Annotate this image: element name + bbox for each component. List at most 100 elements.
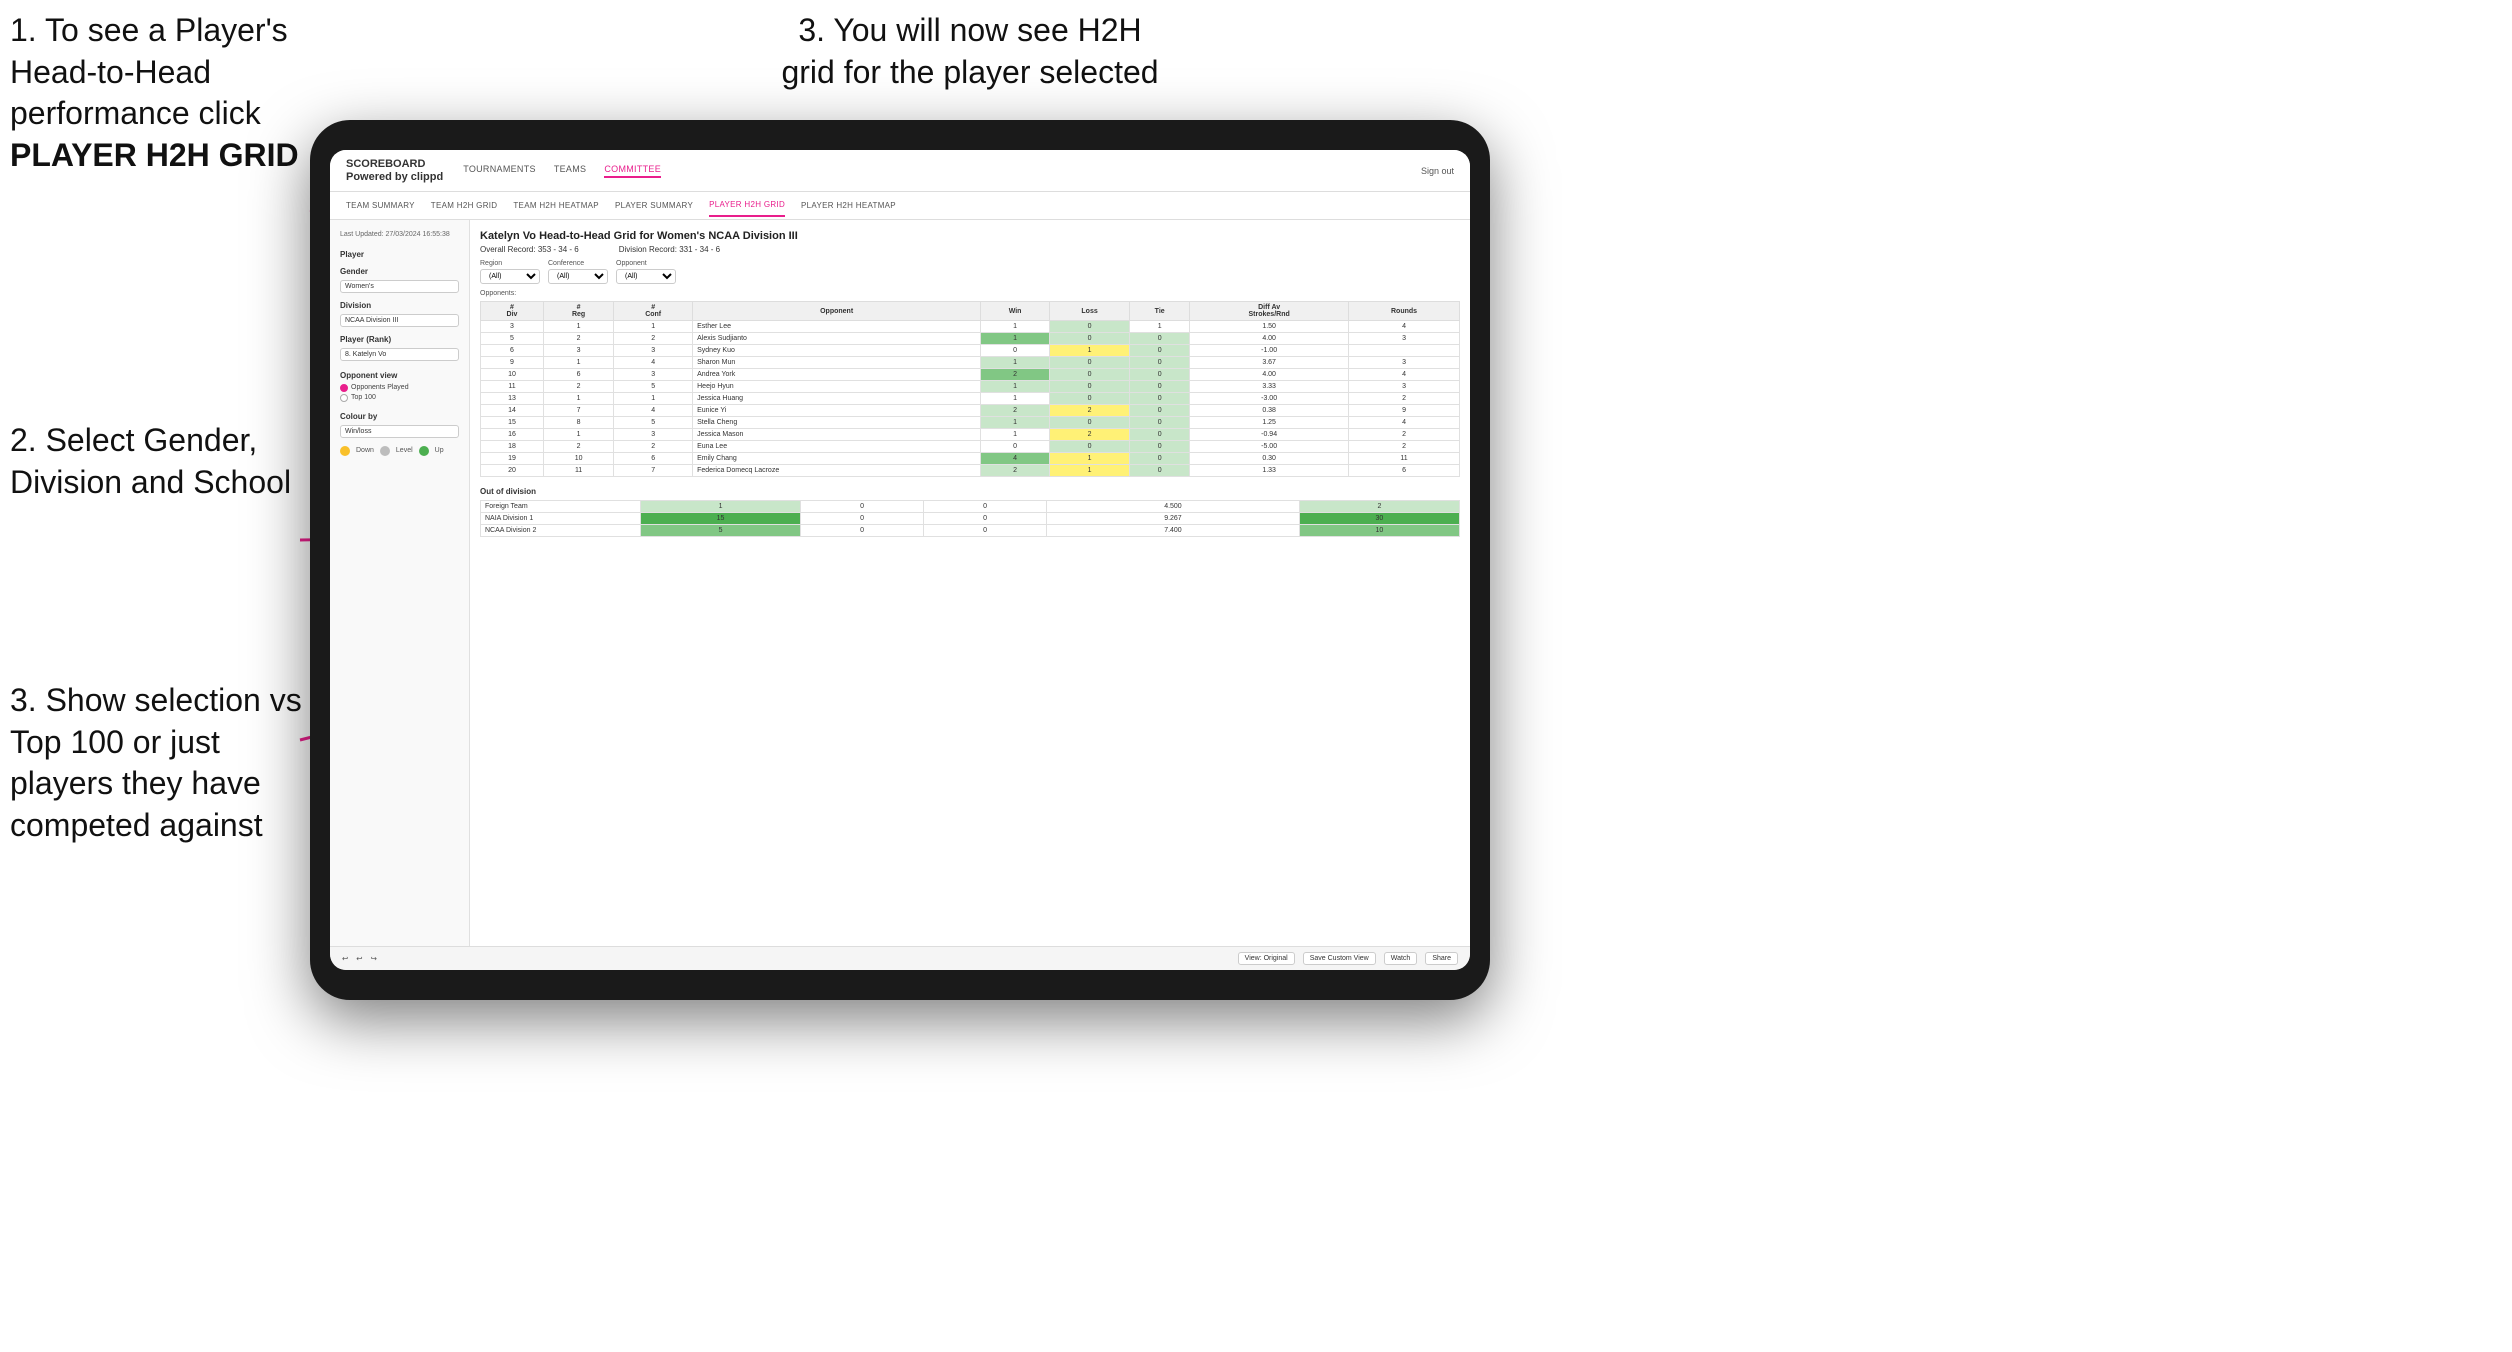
save-custom-btn[interactable]: Save Custom View (1303, 952, 1376, 965)
cell-win: 1 (981, 381, 1050, 393)
ood-tie: 0 (924, 525, 1047, 537)
logo: SCOREBOARD Powered by clippd (346, 158, 443, 182)
cell-reg: 6 (543, 369, 613, 381)
tablet-device: SCOREBOARD Powered by clippd TOURNAMENTS… (310, 120, 1490, 1000)
sub-nav-player-h2h-heatmap[interactable]: PLAYER H2H HEATMAP (801, 195, 896, 216)
cell-win: 1 (981, 333, 1050, 345)
ood-diff: 4.500 (1047, 501, 1300, 513)
gender-select[interactable]: Women's (340, 280, 459, 293)
undo-icon[interactable]: ↩ (342, 954, 348, 963)
region-select[interactable]: (All) (480, 269, 540, 284)
opponent-played-option[interactable]: Opponents Played (340, 384, 459, 392)
player-rank-select[interactable]: 8. Katelyn Vo (340, 348, 459, 361)
division-select[interactable]: NCAA Division III (340, 314, 459, 327)
sub-nav-team-h2h-heatmap[interactable]: TEAM H2H HEATMAP (513, 195, 599, 216)
cell-loss: 0 (1050, 357, 1130, 369)
ood-diff: 7.400 (1047, 525, 1300, 537)
cell-tie: 1 (1130, 321, 1190, 333)
ood-loss: 0 (801, 525, 924, 537)
table-row: 5 2 2 Alexis Sudjianto 1 0 0 4.00 3 (481, 333, 1460, 345)
colour-by-label: Colour by (340, 412, 459, 421)
cell-div: 10 (481, 369, 544, 381)
cell-reg: 10 (543, 453, 613, 465)
division-label: Division (340, 301, 459, 310)
table-row: 11 2 5 Heejo Hyun 1 0 0 3.33 3 (481, 381, 1460, 393)
cell-win: 1 (981, 357, 1050, 369)
cell-tie: 0 (1130, 369, 1190, 381)
nav-committee[interactable]: COMMITTEE (604, 164, 661, 178)
cell-reg: 1 (543, 429, 613, 441)
cell-diff: 1.25 (1190, 417, 1349, 429)
step3-bottom-text: 3. Show selection vs Top 100 or just pla… (10, 680, 305, 846)
last-updated: Last Updated: 27/03/2024 16:55:38 (340, 230, 459, 240)
cell-loss: 0 (1050, 417, 1130, 429)
nav-sign-out[interactable]: Sign out (1421, 166, 1454, 176)
colour-by-select[interactable]: Win/loss (340, 425, 459, 438)
h2h-table: #Div #Reg #Conf Opponent Win Loss Tie Di… (480, 301, 1460, 477)
cell-rounds: 3 (1349, 357, 1460, 369)
cell-reg: 3 (543, 345, 613, 357)
sub-nav-player-h2h-grid[interactable]: PLAYER H2H GRID (709, 194, 785, 217)
cell-diff: -3.00 (1190, 393, 1349, 405)
table-row: 10 6 3 Andrea York 2 0 0 4.00 4 (481, 369, 1460, 381)
cell-loss: 0 (1050, 441, 1130, 453)
undo2-icon[interactable]: ↩ (356, 954, 362, 963)
nav-items: TOURNAMENTS TEAMS COMMITTEE (463, 164, 1401, 178)
cell-rounds: 3 (1349, 381, 1460, 393)
cell-win: 4 (981, 453, 1050, 465)
cell-div: 11 (481, 381, 544, 393)
cell-div: 15 (481, 417, 544, 429)
table-header: #Div #Reg #Conf Opponent Win Loss Tie Di… (481, 302, 1460, 321)
out-of-division-label: Out of division (480, 487, 1460, 496)
cell-diff: 3.67 (1190, 357, 1349, 369)
cell-reg: 7 (543, 405, 613, 417)
cell-loss: 0 (1050, 381, 1130, 393)
table-row: 15 8 5 Stella Cheng 1 0 0 1.25 4 (481, 417, 1460, 429)
cell-diff: 4.00 (1190, 369, 1349, 381)
opponent-view-group: Opponents Played Top 100 (340, 384, 459, 402)
cell-diff: -5.00 (1190, 441, 1349, 453)
nav-teams[interactable]: TEAMS (554, 164, 587, 178)
table-row: 9 1 4 Sharon Mun 1 0 0 3.67 3 (481, 357, 1460, 369)
cell-conf: 3 (614, 429, 693, 441)
cell-tie: 0 (1130, 465, 1190, 477)
cell-opponent: Euna Lee (693, 441, 981, 453)
col-rounds: Rounds (1349, 302, 1460, 321)
sub-nav-team-summary[interactable]: TEAM SUMMARY (346, 195, 415, 216)
opponent-filter: Opponent (All) (616, 260, 676, 284)
cell-div: 9 (481, 357, 544, 369)
tablet-screen: SCOREBOARD Powered by clippd TOURNAMENTS… (330, 150, 1470, 970)
cell-rounds: 4 (1349, 321, 1460, 333)
legend-down-label: Down (356, 447, 374, 454)
cell-loss: 2 (1050, 429, 1130, 441)
ood-row: NCAA Division 2 5 0 0 7.400 10 (481, 525, 1460, 537)
cell-win: 2 (981, 369, 1050, 381)
region-filter: Region (All) (480, 260, 540, 284)
nav-tournaments[interactable]: TOURNAMENTS (463, 164, 536, 178)
cell-conf: 4 (614, 357, 693, 369)
legend-level-label: Level (396, 447, 413, 454)
top100-radio[interactable] (340, 394, 348, 402)
share-btn[interactable]: Share (1425, 952, 1458, 965)
cell-loss: 1 (1050, 453, 1130, 465)
top100-option[interactable]: Top 100 (340, 394, 459, 402)
watch-btn[interactable]: Watch (1384, 952, 1418, 965)
cell-div: 14 (481, 405, 544, 417)
view-original-btn[interactable]: View: Original (1238, 952, 1295, 965)
sub-nav-team-h2h-grid[interactable]: TEAM H2H GRID (431, 195, 498, 216)
cell-div: 18 (481, 441, 544, 453)
col-div: #Div (481, 302, 544, 321)
redo-icon[interactable]: ↪ (371, 954, 377, 963)
cell-rounds: 11 (1349, 453, 1460, 465)
cell-reg: 11 (543, 465, 613, 477)
cell-conf: 3 (614, 369, 693, 381)
conference-select[interactable]: (All) (548, 269, 608, 284)
cell-tie: 0 (1130, 381, 1190, 393)
cell-opponent: Emily Chang (693, 453, 981, 465)
cell-div: 19 (481, 453, 544, 465)
sub-nav-player-summary[interactable]: PLAYER SUMMARY (615, 195, 693, 216)
col-opponent: Opponent (693, 302, 981, 321)
opponent-select[interactable]: (All) (616, 269, 676, 284)
ood-rounds: 10 (1299, 525, 1459, 537)
opponent-played-radio[interactable] (340, 384, 348, 392)
